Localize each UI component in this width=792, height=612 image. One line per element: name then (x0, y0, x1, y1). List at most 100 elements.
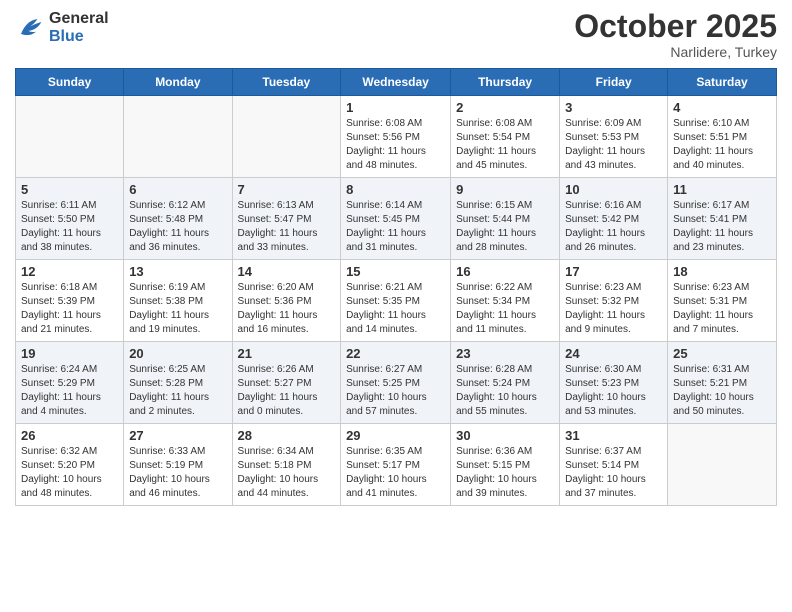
calendar-week-row: 19 Sunrise: 6:24 AM Sunset: 5:29 PM Dayli… (16, 342, 777, 424)
calendar-cell: 14Sunrise: 6:20 AM Sunset: 5:36 PM Dayli… (232, 260, 341, 342)
calendar-cell: 4 Sunrise: 6:10 AM Sunset: 5:51 PM Daylig… (668, 96, 777, 178)
day-number: 16 (456, 264, 554, 279)
title-section: October 2025 Narlidere, Turkey (574, 10, 777, 60)
calendar-cell: 1 Sunrise: 6:08 AM Sunset: 5:56 PM Daylig… (341, 96, 451, 178)
day-info: Sunrise: 6:13 AM Sunset: 5:47 PM Dayligh… (238, 199, 336, 255)
day-number: 4 (673, 100, 771, 115)
day-info: Sunrise: 6:24 AM Sunset: 5:29 PM Dayligh… (21, 363, 118, 419)
day-number: 5 (21, 182, 118, 197)
day-number: 27 (129, 428, 226, 443)
day-info: Sunrise: 6:20 AM Sunset: 5:36 PM Dayligh… (238, 281, 336, 337)
calendar-cell: 15 Sunrise: 6:21 AM Sunset: 5:35 PM Dayli… (341, 260, 451, 342)
day-number: 9 (456, 182, 554, 197)
day-info: Sunrise: 6:10 AM Sunset: 5:51 PM Dayligh… (673, 117, 771, 173)
calendar-cell: 31 Sunrise: 6:37 AM Sunset: 5:14 PM Dayli… (560, 424, 668, 506)
day-number: 23 (456, 346, 554, 361)
calendar-cell: 30 Sunrise: 6:36 AM Sunset: 5:15 PM Dayli… (451, 424, 560, 506)
day-info: Sunrise: 6:14 AM Sunset: 5:45 PM Dayligh… (346, 199, 445, 255)
calendar-cell: 21 Sunrise: 6:26 AM Sunset: 5:27 PM Dayli… (232, 342, 341, 424)
header-saturday: Saturday (668, 69, 777, 96)
day-number: 2 (456, 100, 554, 115)
calendar-cell: 3 Sunrise: 6:09 AM Sunset: 5:53 PM Daylig… (560, 96, 668, 178)
day-number: 29 (346, 428, 445, 443)
day-info: Sunrise: 6:36 AM Sunset: 5:15 PM Dayligh… (456, 445, 554, 501)
calendar-cell: 6Sunrise: 6:12 AM Sunset: 5:48 PM Daylig… (124, 178, 232, 260)
day-number: 18 (673, 264, 771, 279)
calendar-cell: 12Sunrise: 6:18 AM Sunset: 5:39 PM Dayli… (16, 260, 124, 342)
header-sunday: Sunday (16, 69, 124, 96)
logo-icon (15, 13, 45, 43)
calendar-cell: 16 Sunrise: 6:22 AM Sunset: 5:34 PM Dayli… (451, 260, 560, 342)
day-info: Sunrise: 6:15 AM Sunset: 5:44 PM Dayligh… (456, 199, 554, 255)
day-number: 22 (346, 346, 445, 361)
calendar-cell (16, 96, 124, 178)
header-monday: Monday (124, 69, 232, 96)
calendar-cell (668, 424, 777, 506)
calendar-week-row: 5 Sunrise: 6:11 AM Sunset: 5:50 PM Daylig… (16, 178, 777, 260)
day-info: Sunrise: 6:09 AM Sunset: 5:53 PM Dayligh… (565, 117, 662, 173)
header-wednesday: Wednesday (341, 69, 451, 96)
day-info: Sunrise: 6:23 AM Sunset: 5:32 PM Dayligh… (565, 281, 662, 337)
day-info: Sunrise: 6:31 AM Sunset: 5:21 PM Dayligh… (673, 363, 771, 419)
calendar-week-row: 26Sunrise: 6:32 AM Sunset: 5:20 PM Dayli… (16, 424, 777, 506)
day-info: Sunrise: 6:37 AM Sunset: 5:14 PM Dayligh… (565, 445, 662, 501)
location-subtitle: Narlidere, Turkey (574, 44, 777, 60)
calendar-cell: 13Sunrise: 6:19 AM Sunset: 5:38 PM Dayli… (124, 260, 232, 342)
day-info: Sunrise: 6:28 AM Sunset: 5:24 PM Dayligh… (456, 363, 554, 419)
day-number: 1 (346, 100, 445, 115)
calendar-cell: 5 Sunrise: 6:11 AM Sunset: 5:50 PM Daylig… (16, 178, 124, 260)
header-tuesday: Tuesday (232, 69, 341, 96)
day-number: 26 (21, 428, 118, 443)
day-number: 3 (565, 100, 662, 115)
logo-text: General Blue (49, 10, 109, 45)
calendar-cell: 9 Sunrise: 6:15 AM Sunset: 5:44 PM Daylig… (451, 178, 560, 260)
logo: General Blue (15, 10, 109, 45)
day-info: Sunrise: 6:21 AM Sunset: 5:35 PM Dayligh… (346, 281, 445, 337)
day-number: 20 (129, 346, 226, 361)
day-info: Sunrise: 6:26 AM Sunset: 5:27 PM Dayligh… (238, 363, 336, 419)
calendar-cell: 7 Sunrise: 6:13 AM Sunset: 5:47 PM Daylig… (232, 178, 341, 260)
day-number: 21 (238, 346, 336, 361)
day-info: Sunrise: 6:25 AM Sunset: 5:28 PM Dayligh… (129, 363, 226, 419)
day-number: 25 (673, 346, 771, 361)
calendar-cell: 2Sunrise: 6:08 AM Sunset: 5:54 PM Daylig… (451, 96, 560, 178)
calendar-cell: 25 Sunrise: 6:31 AM Sunset: 5:21 PM Dayli… (668, 342, 777, 424)
calendar-table: Sunday Monday Tuesday Wednesday Thursday… (15, 68, 777, 506)
day-number: 15 (346, 264, 445, 279)
day-number: 28 (238, 428, 336, 443)
day-number: 8 (346, 182, 445, 197)
day-number: 11 (673, 182, 771, 197)
day-number: 31 (565, 428, 662, 443)
calendar-cell: 11 Sunrise: 6:17 AM Sunset: 5:41 PM Dayli… (668, 178, 777, 260)
day-info: Sunrise: 6:17 AM Sunset: 5:41 PM Dayligh… (673, 199, 771, 255)
day-info: Sunrise: 6:34 AM Sunset: 5:18 PM Dayligh… (238, 445, 336, 501)
month-title: October 2025 (574, 10, 777, 42)
day-number: 19 (21, 346, 118, 361)
day-number: 17 (565, 264, 662, 279)
day-info: Sunrise: 6:27 AM Sunset: 5:25 PM Dayligh… (346, 363, 445, 419)
calendar-cell (232, 96, 341, 178)
day-number: 24 (565, 346, 662, 361)
calendar-cell: 19 Sunrise: 6:24 AM Sunset: 5:29 PM Dayli… (16, 342, 124, 424)
day-info: Sunrise: 6:11 AM Sunset: 5:50 PM Dayligh… (21, 199, 118, 255)
day-info: Sunrise: 6:22 AM Sunset: 5:34 PM Dayligh… (456, 281, 554, 337)
calendar-cell: 24 Sunrise: 6:30 AM Sunset: 5:23 PM Dayli… (560, 342, 668, 424)
day-number: 30 (456, 428, 554, 443)
calendar-cell: 29 Sunrise: 6:35 AM Sunset: 5:17 PM Dayli… (341, 424, 451, 506)
day-number: 12 (21, 264, 118, 279)
day-info: Sunrise: 6:16 AM Sunset: 5:42 PM Dayligh… (565, 199, 662, 255)
day-info: Sunrise: 6:08 AM Sunset: 5:56 PM Dayligh… (346, 117, 445, 173)
calendar-cell (124, 96, 232, 178)
header-friday: Friday (560, 69, 668, 96)
header-thursday: Thursday (451, 69, 560, 96)
calendar-week-row: 12Sunrise: 6:18 AM Sunset: 5:39 PM Dayli… (16, 260, 777, 342)
day-info: Sunrise: 6:12 AM Sunset: 5:48 PM Dayligh… (129, 199, 226, 255)
calendar-week-row: 1 Sunrise: 6:08 AM Sunset: 5:56 PM Daylig… (16, 96, 777, 178)
day-info: Sunrise: 6:19 AM Sunset: 5:38 PM Dayligh… (129, 281, 226, 337)
day-info: Sunrise: 6:35 AM Sunset: 5:17 PM Dayligh… (346, 445, 445, 501)
day-number: 7 (238, 182, 336, 197)
day-info: Sunrise: 6:33 AM Sunset: 5:19 PM Dayligh… (129, 445, 226, 501)
calendar-cell: 8 Sunrise: 6:14 AM Sunset: 5:45 PM Daylig… (341, 178, 451, 260)
calendar-cell: 10Sunrise: 6:16 AM Sunset: 5:42 PM Dayli… (560, 178, 668, 260)
day-info: Sunrise: 6:30 AM Sunset: 5:23 PM Dayligh… (565, 363, 662, 419)
